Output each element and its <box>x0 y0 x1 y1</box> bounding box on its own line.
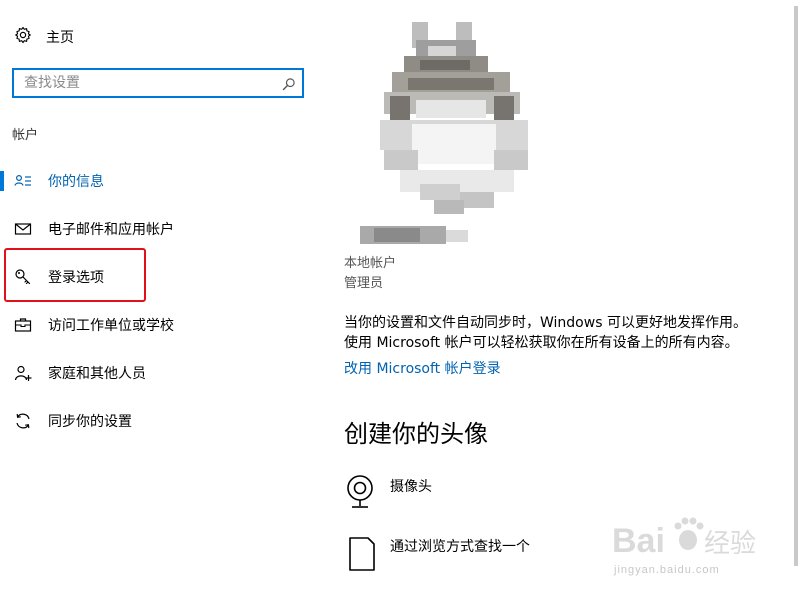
settings-window: 主页 帐户 你 <box>0 0 800 600</box>
sidebar-item-label: 你的信息 <box>48 174 104 190</box>
browse-option[interactable]: 通过浏览方式查找一个 <box>344 534 574 574</box>
camera-option-label: 摄像头 <box>390 479 432 495</box>
sync-description-line-1: 当你的设置和文件自动同步时，Windows 可以更好地发挥作用。 <box>344 315 747 331</box>
avatar <box>360 16 550 256</box>
sidebar-item-label: 同步你的设置 <box>48 414 132 430</box>
search-input[interactable] <box>14 70 276 96</box>
gear-icon <box>14 26 32 48</box>
sidebar-item-family[interactable]: 家庭和其他人员 <box>0 358 320 388</box>
briefcase-icon <box>14 316 32 334</box>
person-list-icon <box>14 172 32 190</box>
scrollbar-thumb[interactable] <box>794 6 798 566</box>
sidebar-item-work-school[interactable]: 访问工作单位或学校 <box>0 310 320 340</box>
sync-description-line-2: 使用 Microsoft 帐户可以轻松获取你在所有设备上的所有内容。 <box>344 335 739 351</box>
person-add-icon <box>14 364 32 382</box>
watermark-url: jingyan.baidu.com <box>614 564 720 576</box>
section-title: 帐户 <box>12 128 39 143</box>
mail-icon <box>14 220 32 238</box>
paw-icon <box>674 517 704 550</box>
sidebar-item-sync-settings[interactable]: 同步你的设置 <box>0 406 320 436</box>
microsoft-account-link[interactable]: 改用 Microsoft 帐户登录 <box>344 358 501 378</box>
document-icon <box>348 536 376 576</box>
baidu-watermark: Bai 经验 jingyan.baidu.com <box>612 512 762 582</box>
sidebar-item-label: 家庭和其他人员 <box>48 366 146 382</box>
sync-icon <box>14 412 32 430</box>
sidebar-item-label: 电子邮件和应用帐户 <box>48 222 174 238</box>
camera-option[interactable]: 摄像头 <box>344 474 544 514</box>
create-avatar-heading: 创建你的头像 <box>344 420 488 448</box>
browse-option-label: 通过浏览方式查找一个 <box>390 539 530 555</box>
sidebar-item-email-accounts[interactable]: 电子邮件和应用帐户 <box>0 214 320 244</box>
search-box <box>12 68 304 98</box>
watermark-logo-text: Bai <box>612 522 665 560</box>
main-content: 本地帐户 管理员 当你的设置和文件自动同步时，Windows 可以更好地发挥作用… <box>330 0 800 600</box>
search-icon[interactable] <box>282 76 296 95</box>
home-nav-item[interactable]: 主页 <box>14 26 74 48</box>
webcam-icon <box>344 474 376 514</box>
home-label: 主页 <box>46 30 74 46</box>
sidebar-item-your-info[interactable]: 你的信息 <box>0 166 320 196</box>
sidebar-item-label: 访问工作单位或学校 <box>48 318 174 334</box>
red-highlight-annotation <box>4 248 146 302</box>
selection-indicator <box>0 171 4 191</box>
account-type-label: 本地帐户 <box>344 256 397 271</box>
scrollbar[interactable] <box>792 0 800 600</box>
watermark-logo-text-2: 经验 <box>704 529 756 559</box>
account-role-label: 管理员 <box>344 276 384 291</box>
sidebar: 主页 帐户 你 <box>0 0 330 600</box>
